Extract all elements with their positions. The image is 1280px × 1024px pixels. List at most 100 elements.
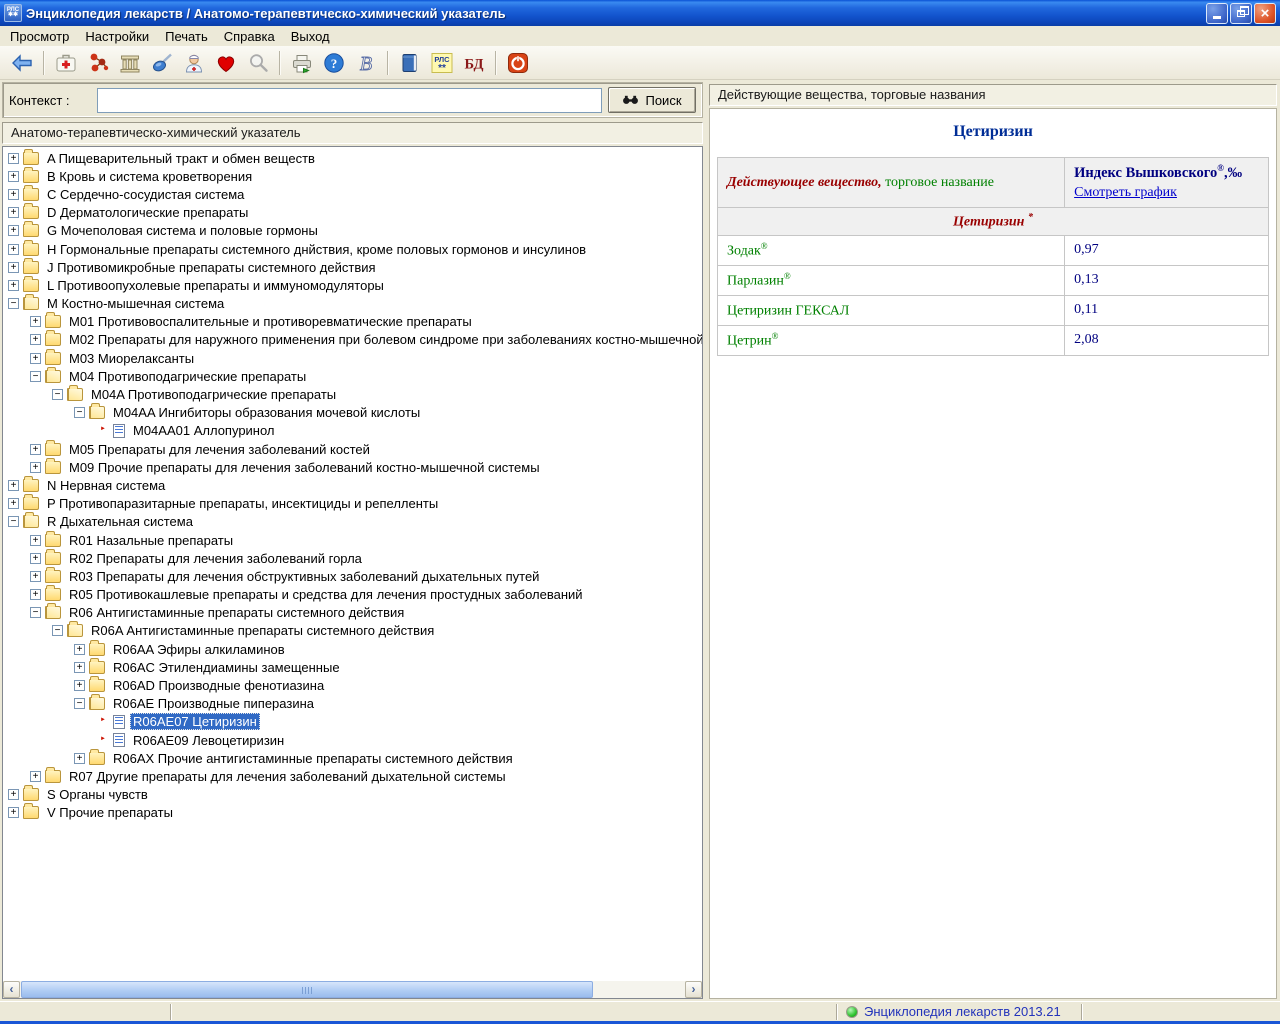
tree-toggle[interactable] <box>8 153 19 164</box>
tree-item[interactable]: M09 Прочие препараты для лечения заболев… <box>3 458 702 476</box>
scrollbar-track[interactable] <box>20 981 685 998</box>
tree-item[interactable]: H Гормональные препараты системного днйс… <box>3 240 702 258</box>
back-button[interactable] <box>6 49 38 77</box>
tree-item[interactable]: R06AE Производные пиперазина <box>3 695 702 713</box>
tree-toggle[interactable] <box>74 644 85 655</box>
tree-item[interactable]: R06 Антигистаминные препараты системного… <box>3 604 702 622</box>
tree-item[interactable]: S Органы чувств <box>3 786 702 804</box>
trade-name-cell[interactable]: Зодак® <box>718 235 1065 265</box>
tree-item[interactable]: R05 Противокашлевые препараты и средства… <box>3 586 702 604</box>
tree-item[interactable]: M04 Противоподагрические препараты <box>3 367 702 385</box>
tree-item[interactable]: R06AE07 Цетиризин <box>3 713 702 731</box>
doctor-button[interactable] <box>178 49 210 77</box>
tree-toggle[interactable] <box>96 735 107 746</box>
menu-item[interactable]: Справка <box>216 27 283 46</box>
tree-toggle[interactable] <box>8 225 19 236</box>
bd-button[interactable]: БД <box>458 49 490 77</box>
tree-toggle[interactable] <box>74 680 85 691</box>
magnifier-button[interactable] <box>242 49 274 77</box>
heart-button[interactable] <box>210 49 242 77</box>
see-graph-link[interactable]: Смотреть график <box>1074 185 1177 201</box>
tree-item[interactable]: M04A Противоподагрические препараты <box>3 385 702 403</box>
tree-item[interactable]: P Противопаразитарные препараты, инсекти… <box>3 495 702 513</box>
tree-toggle[interactable] <box>8 207 19 218</box>
menu-item[interactable]: Печать <box>157 27 216 46</box>
tree-item[interactable]: R Дыхательная система <box>3 513 702 531</box>
tree-item[interactable]: R06AX Прочие антигистаминные препараты с… <box>3 749 702 767</box>
letter-b-button[interactable]: B <box>350 49 382 77</box>
tree-item[interactable]: M01 Противовоспалительные и противоревма… <box>3 313 702 331</box>
tree-toggle[interactable] <box>30 589 41 600</box>
tree-toggle[interactable] <box>30 535 41 546</box>
tree-toggle[interactable] <box>30 553 41 564</box>
tree-item[interactable]: R01 Назальные препараты <box>3 531 702 549</box>
tree-item[interactable]: M Костно-мышечная система <box>3 295 702 313</box>
tree-item[interactable]: R07 Другие препараты для лечения заболев… <box>3 767 702 785</box>
scrollbar-thumb[interactable] <box>21 981 593 998</box>
tree-toggle[interactable] <box>30 771 41 782</box>
tree-item[interactable]: R06AD Производные фенотиазина <box>3 676 702 694</box>
tree-toggle[interactable] <box>30 316 41 327</box>
tree-item[interactable]: A Пищеварительный тракт и обмен веществ <box>3 149 702 167</box>
tree-item[interactable]: D Дерматологические препараты <box>3 204 702 222</box>
tree-toggle[interactable] <box>52 389 63 400</box>
spoon-button[interactable] <box>146 49 178 77</box>
tree-item[interactable]: B Кровь и система кроветворения <box>3 167 702 185</box>
tree-item[interactable]: M02 Препараты для наружного применения п… <box>3 331 702 349</box>
tree-toggle[interactable] <box>30 444 41 455</box>
tree-item[interactable]: C Сердечно-сосудистая система <box>3 185 702 203</box>
tree-toggle[interactable] <box>8 480 19 491</box>
search-button[interactable]: Поиск <box>608 87 696 113</box>
building-button[interactable] <box>114 49 146 77</box>
trade-name-cell[interactable]: Цетиризин ГЕКСАЛ <box>718 295 1065 325</box>
tree-toggle[interactable] <box>30 607 41 618</box>
tree-item[interactable]: J Противомикробные препараты системного … <box>3 258 702 276</box>
tree-toggle[interactable] <box>30 353 41 364</box>
tree-toggle[interactable] <box>8 189 19 200</box>
tree-toggle[interactable] <box>74 698 85 709</box>
first-aid-kit-button[interactable] <box>50 49 82 77</box>
tree-toggle[interactable] <box>8 789 19 800</box>
menu-item[interactable]: Просмотр <box>2 27 77 46</box>
menu-item[interactable]: Выход <box>283 27 338 46</box>
tree-item[interactable]: R03 Препараты для лечения обструктивных … <box>3 567 702 585</box>
tree-item[interactable]: R06AE09 Левоцетиризин <box>3 731 702 749</box>
scroll-left-arrow[interactable]: ‹ <box>3 981 20 998</box>
tree-toggle[interactable] <box>8 498 19 509</box>
tree-toggle[interactable] <box>74 753 85 764</box>
exit-button[interactable] <box>502 49 534 77</box>
tree-item[interactable]: R06AA Эфиры алкиламинов <box>3 640 702 658</box>
minimize-button[interactable] <box>1206 3 1228 24</box>
trade-name-cell[interactable]: Цетрин® <box>718 325 1065 355</box>
tree-item[interactable]: G Мочеполовая система и половые гормоны <box>3 222 702 240</box>
tree-toggle[interactable] <box>96 425 107 436</box>
tree-toggle[interactable] <box>8 807 19 818</box>
tree-toggle[interactable] <box>8 244 19 255</box>
tree-toggle[interactable] <box>30 334 41 345</box>
tree-item[interactable]: V Прочие препараты <box>3 804 702 822</box>
search-input[interactable] <box>97 88 602 113</box>
tree-item[interactable]: M05 Препараты для лечения заболеваний ко… <box>3 440 702 458</box>
tree-item[interactable]: R06AC Этилендиамины замещенные <box>3 658 702 676</box>
tree-toggle[interactable] <box>8 280 19 291</box>
tree-item[interactable]: R06A Антигистаминные препараты системног… <box>3 622 702 640</box>
tree-toggle[interactable] <box>74 662 85 673</box>
tree-toggle[interactable] <box>30 371 41 382</box>
close-button[interactable]: × <box>1254 3 1276 24</box>
rls-button[interactable]: РЛС** <box>426 49 458 77</box>
tree-toggle[interactable] <box>52 625 63 636</box>
molecule-button[interactable] <box>82 49 114 77</box>
print-button[interactable] <box>286 49 318 77</box>
tree-toggle[interactable] <box>96 716 107 727</box>
scroll-right-arrow[interactable]: › <box>685 981 702 998</box>
tree-item[interactable]: M04AA01 Аллопуринол <box>3 422 702 440</box>
help-button[interactable]: ? <box>318 49 350 77</box>
tree-item[interactable]: N Нервная система <box>3 476 702 494</box>
tree-toggle[interactable] <box>74 407 85 418</box>
tree-toggle[interactable] <box>8 171 19 182</box>
menu-item[interactable]: Настройки <box>77 27 157 46</box>
restore-button[interactable] <box>1230 3 1252 24</box>
book-button[interactable] <box>394 49 426 77</box>
tree-toggle[interactable] <box>8 516 19 527</box>
tree-item[interactable]: M04AA Ингибиторы образования мочевой кис… <box>3 404 702 422</box>
